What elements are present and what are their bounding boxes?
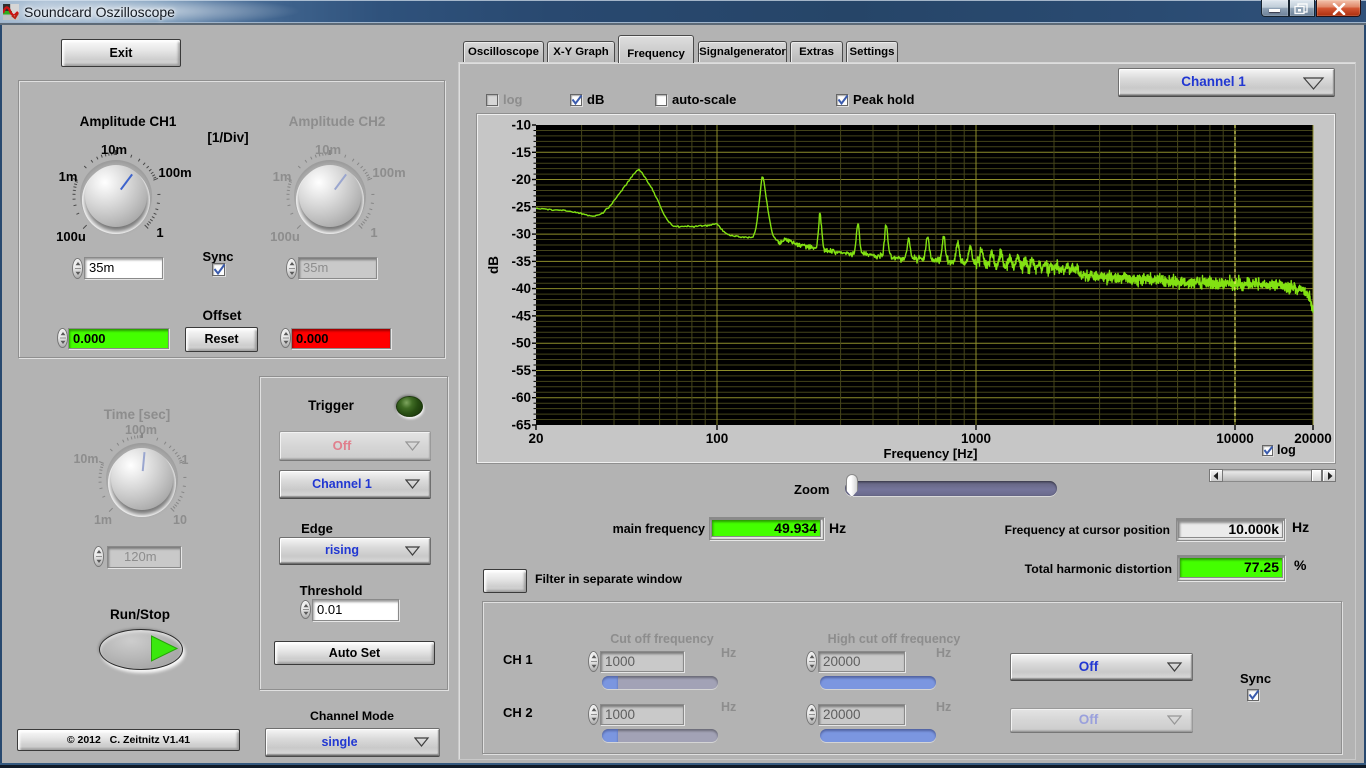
svg-text:-35: -35 bbox=[511, 254, 531, 269]
svg-text:-45: -45 bbox=[511, 308, 531, 323]
svg-text:1000: 1000 bbox=[961, 431, 991, 446]
svg-text:dB: dB bbox=[486, 256, 501, 274]
svg-text:-60: -60 bbox=[511, 390, 531, 405]
svg-text:20: 20 bbox=[528, 431, 543, 446]
svg-text:10000: 10000 bbox=[1216, 431, 1254, 446]
svg-text:-25: -25 bbox=[511, 199, 531, 214]
svg-text:-40: -40 bbox=[511, 281, 531, 296]
svg-text:Frequency [Hz]: Frequency [Hz] bbox=[884, 446, 978, 461]
svg-text:-20: -20 bbox=[511, 172, 531, 187]
svg-text:100: 100 bbox=[706, 431, 729, 446]
svg-text:-50: -50 bbox=[511, 336, 531, 351]
svg-text:-30: -30 bbox=[511, 227, 531, 242]
svg-text:-15: -15 bbox=[511, 145, 531, 160]
svg-text:-10: -10 bbox=[511, 118, 531, 133]
svg-text:-55: -55 bbox=[511, 363, 531, 378]
svg-text:20000: 20000 bbox=[1294, 431, 1332, 446]
